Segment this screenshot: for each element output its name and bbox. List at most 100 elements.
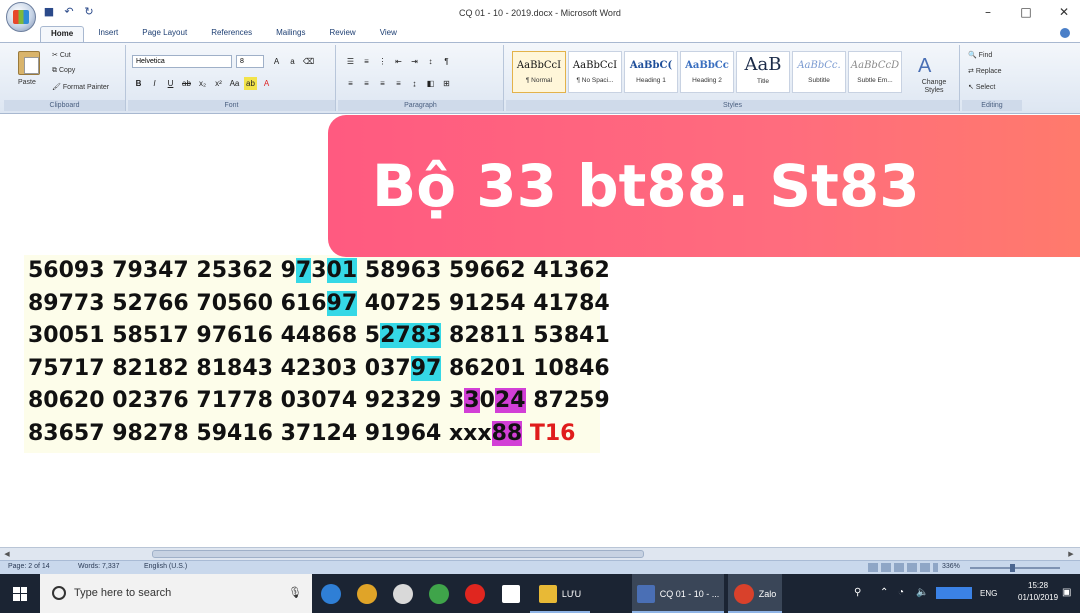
horizontal-scrollbar[interactable]: ◀ ▶ — [0, 547, 1080, 560]
increase-indent-icon[interactable]: ⇥ — [408, 55, 421, 68]
clear-format-icon[interactable]: ⌫ — [302, 55, 315, 68]
file-icon — [502, 584, 520, 603]
people-icon[interactable]: ⚲ — [854, 587, 861, 598]
select-button[interactable]: ↖ Select — [968, 83, 995, 91]
taskbar-app-opera[interactable] — [458, 574, 492, 613]
tab-insert[interactable]: Insert — [88, 26, 128, 42]
copy-button[interactable]: ⧉ Copy — [52, 67, 75, 75]
taskbar-app-store[interactable] — [386, 574, 420, 613]
sort-icon[interactable]: ↕ — [424, 55, 437, 68]
tab-mailings[interactable]: Mailings — [266, 26, 315, 42]
start-button[interactable] — [0, 574, 40, 613]
tab-review[interactable]: Review — [319, 26, 365, 42]
taskbar-app-zalo[interactable]: Zalo — [728, 574, 782, 613]
tab-page-layout[interactable]: Page Layout — [132, 26, 197, 42]
magenta-highlight: 24 — [494, 388, 526, 413]
subscript-icon[interactable]: x₂ — [196, 77, 209, 90]
style-subtitle[interactable]: AaBbCc. Subtitle — [792, 51, 846, 93]
style-no-spacing[interactable]: AaBbCcI ¶ No Spaci... — [568, 51, 622, 93]
change-styles-button[interactable]: Change Styles — [914, 79, 954, 95]
word-count[interactable]: Words: 7,337 — [78, 563, 120, 570]
input-language[interactable]: ENG — [980, 589, 997, 598]
pilcrow-icon[interactable]: ¶ — [440, 55, 453, 68]
decrease-indent-icon[interactable]: ⇤ — [392, 55, 405, 68]
format-painter-button[interactable]: 🖌 Format Painter — [52, 83, 109, 91]
multilevel-icon[interactable]: ⋮ — [376, 55, 389, 68]
grow-font-icon[interactable]: A — [270, 55, 283, 68]
title-bar: ■ ↶ ↻ CQ 01 - 10 - 2019.docx - Microsoft… — [0, 0, 1080, 32]
network-icon[interactable]: ◔ — [898, 587, 904, 598]
style-heading-2[interactable]: AaBbCc Heading 2 — [680, 51, 734, 93]
borders-icon[interactable]: ⊞ — [440, 77, 453, 90]
taskbar-search[interactable]: Type here to search 🎙 — [40, 574, 312, 613]
paste-icon[interactable] — [18, 51, 40, 75]
scrollbar-thumb[interactable] — [152, 550, 644, 558]
taskbar-app-chrome[interactable] — [350, 574, 384, 613]
volume-icon[interactable]: 🔈 — [916, 587, 928, 598]
zoom-slider[interactable] — [970, 567, 1060, 569]
tab-home[interactable]: Home — [40, 26, 85, 42]
taskbar-app-edge[interactable] — [314, 574, 348, 613]
office-button[interactable] — [6, 2, 36, 32]
bullets-icon[interactable]: ☰ — [344, 55, 357, 68]
cut-button[interactable]: ✂ Cut — [52, 51, 71, 59]
tab-view[interactable]: View — [370, 26, 407, 42]
paste-button[interactable]: Paste — [18, 79, 36, 86]
close-button[interactable]: ✕ — [1056, 4, 1072, 20]
italic-icon[interactable]: I — [148, 77, 161, 90]
language-indicator[interactable]: English (U.S.) — [144, 563, 187, 570]
number-text: 58963 59662 41362 — [357, 258, 610, 283]
shading-icon[interactable]: ◧ — [424, 77, 437, 90]
change-case-icon[interactable]: Aa — [228, 77, 241, 90]
ribbon-tabs: Home Insert Page Layout References Maili… — [40, 26, 407, 42]
align-right-icon[interactable]: ≡ — [376, 77, 389, 90]
highlight-icon[interactable]: ab — [244, 77, 257, 90]
scroll-left-icon[interactable]: ◀ — [2, 549, 12, 559]
style-subtle-emphasis[interactable]: AaBbCcD Subtle Em... — [848, 51, 902, 93]
chevron-up-icon[interactable]: ⌃ — [880, 587, 888, 598]
font-size-select[interactable]: 8 — [236, 55, 264, 68]
opera-icon — [465, 583, 485, 604]
taskbar-app-folder[interactable]: LƯU — [530, 574, 590, 613]
superscript-icon[interactable]: x² — [212, 77, 225, 90]
zoom-level[interactable]: 336% — [942, 563, 960, 570]
taskbar-app-word[interactable]: CQ 01 - 10 - ... — [632, 574, 724, 613]
strikethrough-icon[interactable]: ab — [180, 77, 193, 90]
clock[interactable]: 15:28 01/10/2019 — [1018, 580, 1058, 604]
find-button[interactable]: 🔍 Find — [968, 51, 992, 59]
notifications-icon[interactable]: ▣ — [1062, 587, 1071, 598]
number-text: 3 — [311, 258, 327, 283]
change-styles-icon[interactable]: A — [918, 55, 931, 78]
style-sample: AaBbCcI — [516, 60, 562, 71]
shrink-font-icon[interactable]: a — [286, 55, 299, 68]
justify-icon[interactable]: ≡ — [392, 77, 405, 90]
bold-icon[interactable]: B — [132, 77, 145, 90]
line-spacing-icon[interactable]: ↨ — [408, 77, 421, 90]
view-buttons[interactable] — [868, 563, 938, 572]
numbering-icon[interactable]: ≡ — [360, 55, 373, 68]
number-row: 75717 82182 81843 42303 03797 86201 1084… — [28, 353, 610, 381]
taskbar-app-app[interactable] — [422, 574, 456, 613]
style-heading-1[interactable]: AaBbC( Heading 1 — [624, 51, 678, 93]
tray-app-icon[interactable] — [936, 587, 972, 599]
zoom-slider-knob[interactable] — [1010, 564, 1015, 572]
number-row: 30051 58517 97616 44868 52783 82811 5384… — [28, 320, 610, 348]
style-title[interactable]: AaB Title — [736, 51, 790, 93]
maximize-button[interactable]: □ — [1018, 4, 1034, 20]
align-center-icon[interactable]: ≡ — [360, 77, 373, 90]
help-icon[interactable] — [1060, 28, 1070, 38]
taskbar-app-file[interactable] — [494, 574, 528, 613]
tab-references[interactable]: References — [201, 26, 262, 42]
font-color-icon[interactable]: A — [260, 77, 273, 90]
font-name-select[interactable]: Helvetica — [132, 55, 232, 68]
align-left-icon[interactable]: ≡ — [344, 77, 357, 90]
underline-icon[interactable]: U — [164, 77, 177, 90]
minimize-button[interactable]: – — [980, 4, 996, 20]
editing-group: 🔍 Find ⇄ Replace ↖ Select Editing — [962, 45, 1022, 111]
microphone-icon[interactable]: 🎙 — [288, 586, 302, 599]
windows-logo-icon — [13, 586, 27, 601]
style-normal[interactable]: AaBbCcI ¶ Normal — [512, 51, 566, 93]
scroll-right-icon[interactable]: ▶ — [1066, 549, 1076, 559]
replace-button[interactable]: ⇄ Replace — [968, 67, 1002, 75]
page-count[interactable]: Page: 2 of 14 — [8, 563, 50, 570]
